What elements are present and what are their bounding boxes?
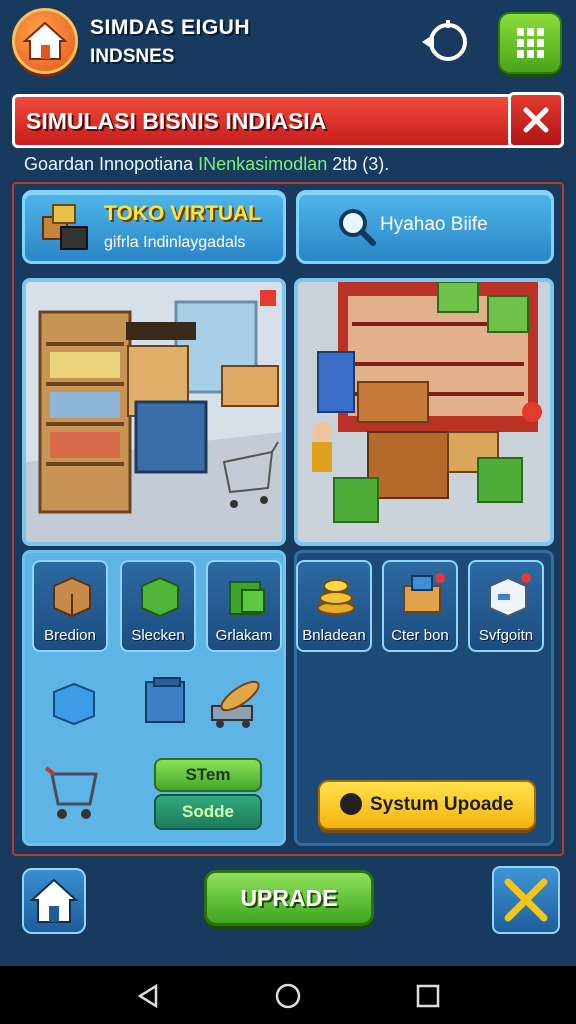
game-title: SIMDAS EIGUH [90,16,251,39]
banner-title: SIMULASI BISNIS INDIASIA [26,108,327,134]
sync-icon [422,20,467,61]
info-line-part1: Goardan Innopotiana [24,154,199,174]
menu-grid-button[interactable] [498,12,562,74]
tools-button[interactable] [492,866,560,934]
white-box-icon [489,573,531,618]
toko-subtitle: gifrla Indinlaygadals [104,234,246,251]
store-boxes-icon [42,204,88,250]
info-line-part3: 2tb (3). [327,154,390,174]
item-card-4-label: Bnladean [302,627,366,644]
recents-icon[interactable] [414,982,442,1010]
item-card-3-label: Grlakam [215,627,273,644]
clock-icon [340,793,362,815]
info-line-highlight: INenkasimodlan [198,154,328,174]
item-card-1[interactable]: Bredion [32,560,108,652]
item-card-5-label: Cter bon [391,627,449,644]
sodo-button[interactable]: Sodde [154,794,262,830]
item-card-1-label: Bredion [44,627,96,644]
item-card-5[interactable]: Cter bon [382,560,458,652]
store-shelves-illustration [26,282,282,542]
item-card-6-label: Svfgoitn [478,627,534,644]
item-card-6[interactable]: Svfgoitn [468,560,544,652]
shop-floor-scene[interactable] [294,278,554,546]
home-badge-button[interactable] [12,8,78,74]
item-card-2-label: Slecken [131,627,185,644]
crate-icon [403,573,445,613]
coins-icon [317,579,355,615]
search-icon [339,209,376,246]
home-button[interactable] [22,868,86,934]
shop-floor-illustration [298,282,550,542]
item-card-4[interactable]: Bnladean [296,560,372,652]
toko-title: TOKO VIRTUAL [104,202,262,225]
green-bag-icon [229,581,265,615]
box-icon [53,576,91,618]
system-nav-bar [0,966,576,1024]
stem-button[interactable]: STem [154,758,262,792]
bread-cart-icon[interactable] [206,672,266,732]
grid-icon [517,28,544,58]
banner-close-button[interactable] [508,92,564,148]
game-subtitle: INDSNES [90,46,175,67]
back-icon[interactable] [134,982,162,1010]
green-box-icon [141,576,179,618]
upgrade-button[interactable]: UPRADE [204,870,374,926]
home-icon [29,878,79,923]
info-line: Goardan Innopotiana INenkasimodlan 2tb (… [24,154,389,175]
crossed-tools-icon [504,878,548,922]
store-interior-scene[interactable] [22,278,286,546]
close-icon [523,107,549,133]
item-card-2[interactable]: Slecken [120,560,196,652]
system-upgrade-label: Systum Upoade [370,794,514,815]
blue-container-icon[interactable] [140,672,192,728]
shopping-cart-icon[interactable] [44,760,104,826]
house-icon [22,21,68,60]
home-circle-icon[interactable] [274,982,302,1010]
sync-button[interactable] [418,14,474,70]
search-label: Hyahao Biife [380,214,488,235]
item-card-3[interactable]: Grlakam [206,560,282,652]
blue-cube-icon[interactable] [48,676,100,728]
